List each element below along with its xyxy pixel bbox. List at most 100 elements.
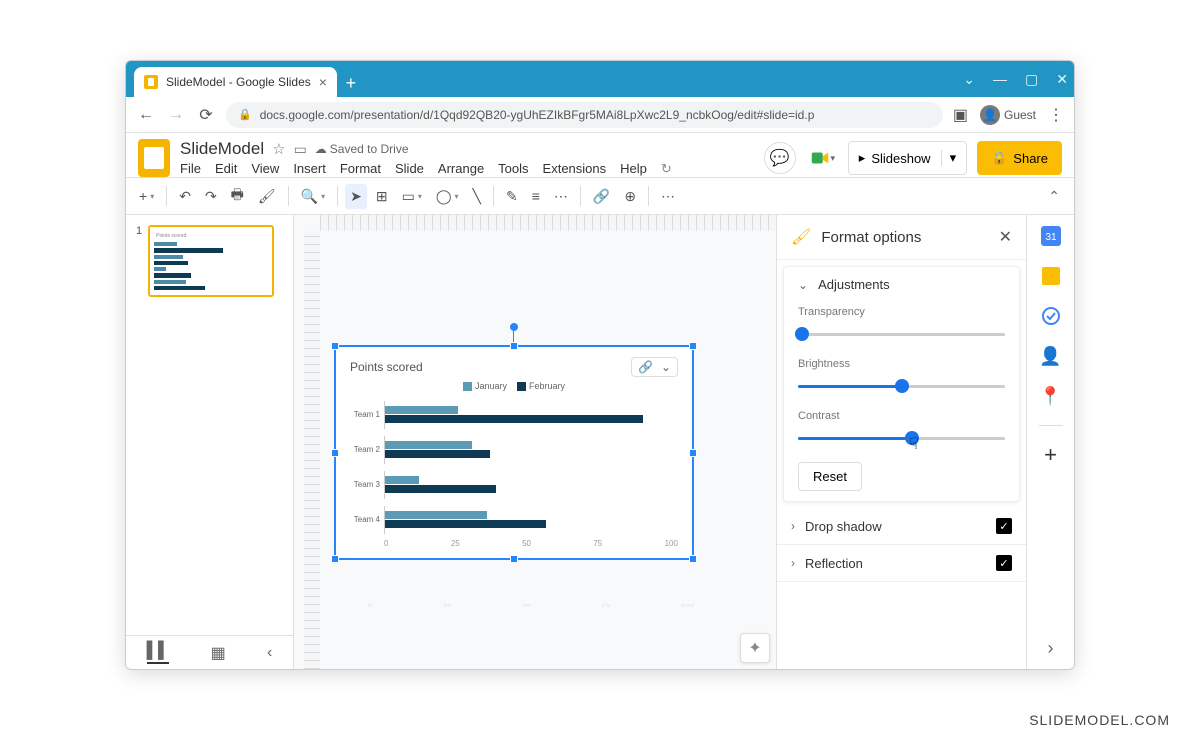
drop-shadow-checkbox[interactable]: ✓	[996, 518, 1012, 534]
resize-handle[interactable]	[689, 555, 697, 563]
tasks-icon[interactable]	[1040, 305, 1062, 327]
reload-button[interactable]: ⟳	[196, 105, 216, 125]
resize-handle[interactable]	[331, 342, 339, 350]
menu-edit[interactable]: Edit	[215, 161, 237, 177]
collapse-filmstrip-icon[interactable]: ‹	[267, 644, 272, 662]
print-button[interactable]: 🖶	[226, 180, 249, 212]
border-weight-button[interactable]: ≡	[527, 184, 545, 208]
link-button[interactable]: 🔗	[588, 184, 615, 209]
maps-icon[interactable]: 📍	[1040, 385, 1062, 407]
brightness-slider[interactable]	[798, 376, 1005, 396]
contrast-slider[interactable]: ☟	[798, 428, 1005, 448]
toolbar: + ↶ ↷ 🖶 🖌 🔍 ➤ ⊞ ▭ ◯ ╲ ✎ ≡ ⋯ 🔗 ⊕ ⋯ ⌃	[126, 177, 1074, 215]
slides-logo-icon[interactable]	[138, 139, 170, 177]
minimize-icon[interactable]: —	[993, 71, 1007, 87]
move-icon[interactable]: ▭	[294, 141, 307, 158]
filmstrip-view-icon[interactable]: ▌▌	[147, 642, 170, 664]
slideshow-dropdown[interactable]: ▾	[941, 150, 957, 166]
more-button[interactable]: ⋯	[656, 184, 680, 209]
close-window-icon[interactable]: ✕	[1056, 71, 1068, 88]
paint-format-button[interactable]: 🖌	[253, 184, 281, 209]
adjustments-header[interactable]: ⌄ Adjustments	[798, 277, 1005, 292]
url-text: docs.google.com/presentation/d/1Qqd92QB2…	[260, 108, 815, 122]
explore-button[interactable]: ✦	[740, 633, 770, 663]
border-dash-button[interactable]: ⋯	[549, 184, 573, 209]
resize-handle[interactable]	[689, 342, 697, 350]
menu-insert[interactable]: Insert	[293, 161, 326, 177]
watermark: SLIDEMODEL.COM	[1029, 712, 1170, 728]
close-panel-icon[interactable]: ✕	[999, 227, 1012, 247]
collapse-toolbar-button[interactable]: ⌃	[1042, 184, 1066, 209]
calendar-icon[interactable]: 31	[1040, 225, 1062, 247]
reset-button[interactable]: Reset	[798, 462, 862, 491]
resize-handle[interactable]	[331, 555, 339, 563]
thumbnail-column: 1 Points scored ▌▌ ▦	[126, 215, 294, 669]
close-tab-icon[interactable]: ×	[319, 74, 327, 90]
browser-menu-icon[interactable]: ⋮	[1048, 105, 1064, 125]
menu-tools[interactable]: Tools	[498, 161, 528, 177]
contrast-label: Contrast	[798, 410, 1005, 422]
reflection-checkbox[interactable]: ✓	[996, 555, 1012, 571]
menu-extensions[interactable]: Extensions	[543, 161, 607, 177]
new-slide-button[interactable]: +	[134, 184, 159, 208]
menu-arrange[interactable]: Arrange	[438, 161, 484, 177]
url-bar[interactable]: 🔒 docs.google.com/presentation/d/1Qqd92Q…	[226, 102, 943, 128]
share-button[interactable]: 🔒 Share	[977, 141, 1062, 175]
line-tool[interactable]: ╲	[468, 184, 486, 209]
profile-button[interactable]: 👤 Guest	[980, 105, 1036, 125]
transparency-slider[interactable]	[798, 324, 1005, 344]
select-tool[interactable]: ➤	[345, 184, 367, 209]
menu-format[interactable]: Format	[340, 161, 381, 177]
resize-handle[interactable]	[689, 449, 697, 457]
maximize-icon[interactable]: ▢	[1025, 71, 1038, 88]
resize-handle[interactable]	[331, 449, 339, 457]
reading-list-icon[interactable]: ▣	[953, 105, 968, 125]
rotation-handle[interactable]	[510, 323, 518, 331]
chart-legend: January February	[350, 377, 678, 395]
legend-swatch	[517, 382, 526, 391]
svg-text:31: 31	[1045, 232, 1057, 243]
shape-tool[interactable]: ◯	[431, 184, 464, 209]
browser-tab[interactable]: SlideModel - Google Slides ×	[134, 67, 337, 97]
forward-button[interactable]: →	[166, 106, 186, 124]
resize-handle[interactable]	[510, 342, 518, 350]
slideshow-button[interactable]: ▸ Slideshow ▾	[848, 141, 967, 175]
chart-link-control[interactable]: 🔗 ⌄	[631, 357, 678, 377]
last-edit-icon[interactable]: ↻	[661, 161, 672, 177]
menu-help[interactable]: Help	[620, 161, 647, 177]
link-icon: 🔗	[638, 360, 653, 374]
chevron-down-icon[interactable]: ⌄	[963, 71, 975, 88]
menu-view[interactable]: View	[251, 161, 279, 177]
saved-status[interactable]: ☁ Saved to Drive	[315, 142, 409, 156]
drop-shadow-header[interactable]: › Drop shadow ✓	[791, 518, 1012, 534]
zoom-button[interactable]: 🔍	[296, 184, 330, 209]
redo-button[interactable]: ↷	[200, 184, 222, 209]
hide-sidepanel-icon[interactable]: ›	[1040, 637, 1062, 659]
image-tool[interactable]: ▭	[397, 184, 427, 209]
back-button[interactable]: ←	[136, 106, 156, 124]
keep-icon[interactable]	[1040, 265, 1062, 287]
menu-slide[interactable]: Slide	[395, 161, 424, 177]
grid-view-icon[interactable]: ▦	[211, 643, 226, 663]
panel-title: Format options	[821, 229, 988, 246]
textbox-tool[interactable]: ⊞	[371, 184, 393, 209]
undo-button[interactable]: ↶	[174, 184, 196, 209]
slide-canvas[interactable]: Points scored 🔗 ⌄ January February Team …	[294, 215, 776, 669]
menu-file[interactable]: File	[180, 161, 201, 177]
star-icon[interactable]: ☆	[272, 140, 285, 158]
new-tab-button[interactable]: +	[337, 69, 365, 97]
slide-thumbnail[interactable]: Points scored	[148, 225, 274, 297]
resize-handle[interactable]	[510, 555, 518, 563]
reflection-header[interactable]: › Reflection ✓	[791, 555, 1012, 571]
contacts-icon[interactable]: 👤	[1040, 345, 1062, 367]
border-color-button[interactable]: ✎	[501, 184, 523, 209]
transparency-label: Transparency	[798, 306, 1005, 318]
chart-x-axis: 0255075100	[350, 539, 678, 548]
selected-chart-object[interactable]: Points scored 🔗 ⌄ January February Team …	[334, 345, 694, 560]
meet-button[interactable]: ▾	[806, 142, 838, 174]
comment-button[interactable]: ⊕	[619, 184, 641, 209]
lock-icon: 🔒	[991, 150, 1007, 166]
comment-history-button[interactable]: 💬	[764, 142, 796, 174]
doc-title[interactable]: SlideModel	[180, 139, 264, 159]
add-addon-icon[interactable]: +	[1040, 444, 1062, 466]
